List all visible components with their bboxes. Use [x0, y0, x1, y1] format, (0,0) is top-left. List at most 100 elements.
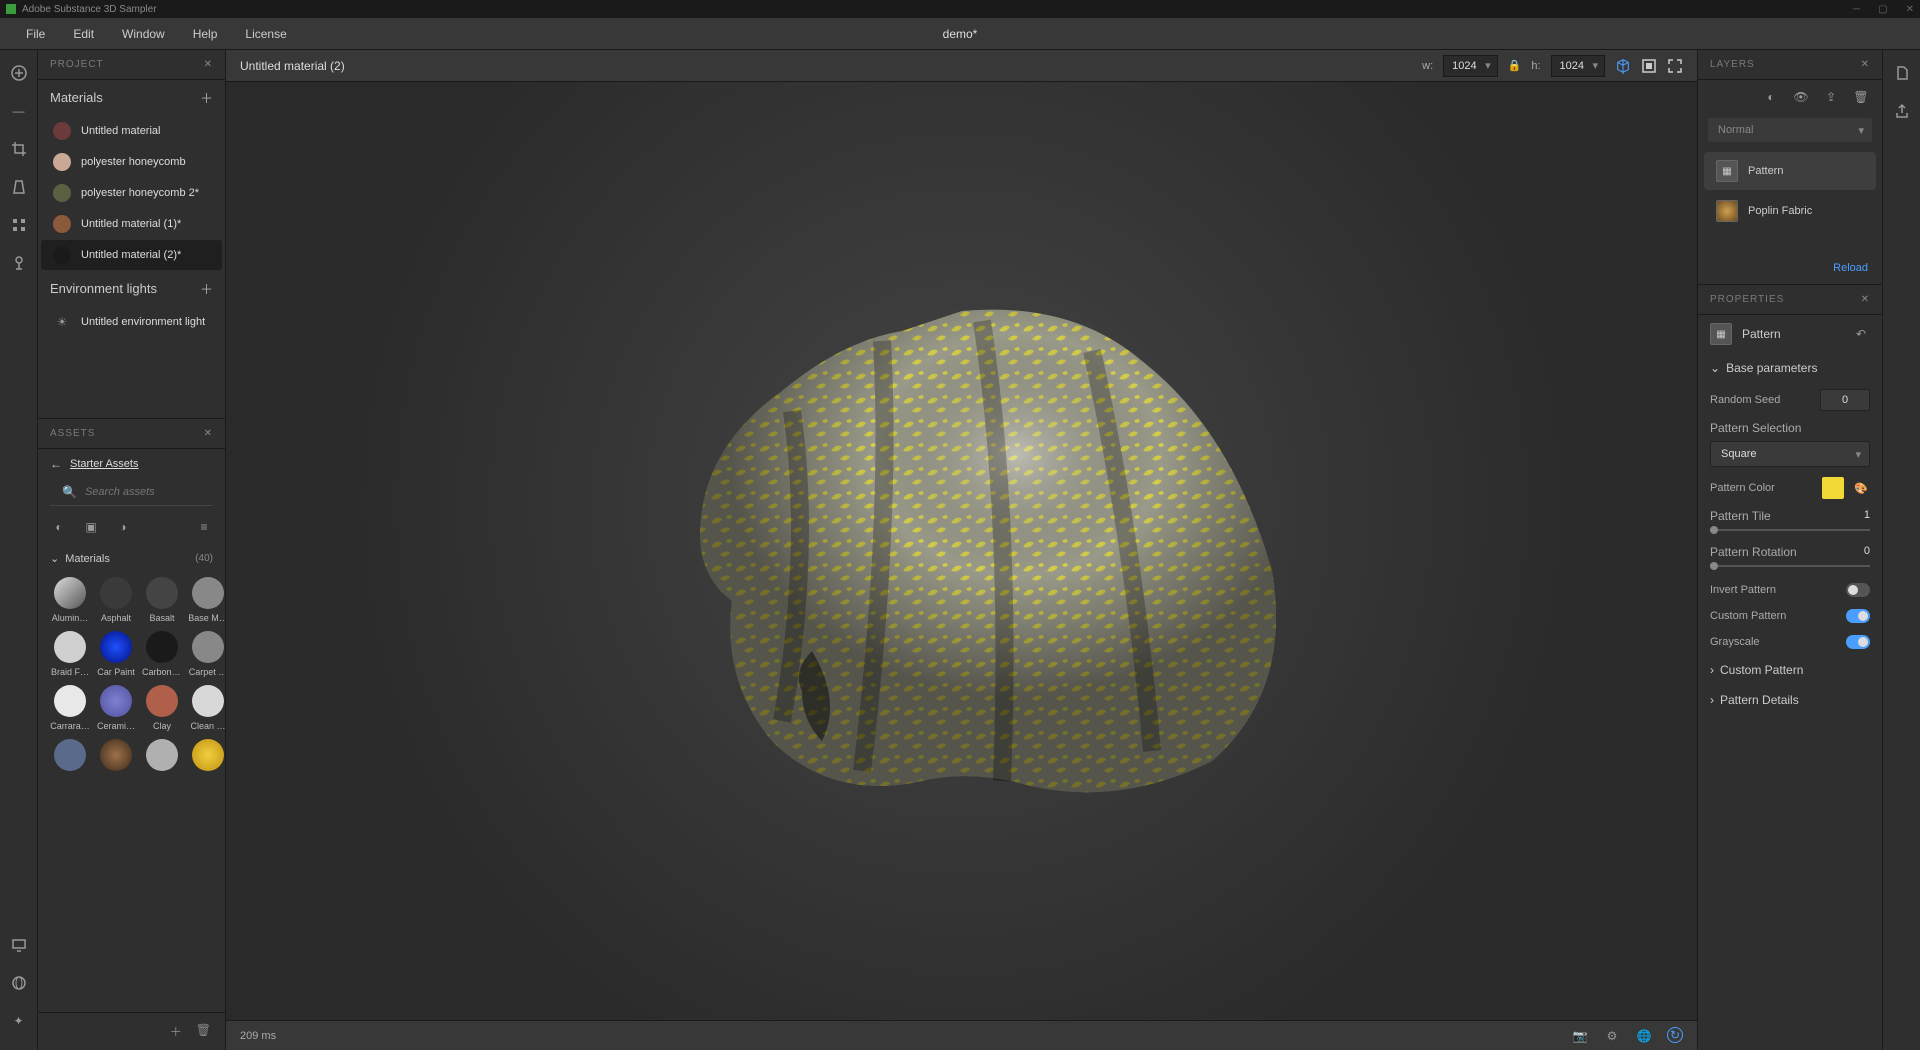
asset-item[interactable]: [50, 739, 90, 775]
asset-item[interactable]: Basalt: [142, 577, 182, 623]
menu-file[interactable]: File: [12, 27, 59, 41]
layers-close-icon[interactable]: ✕: [1861, 59, 1870, 70]
asset-item[interactable]: Carpet …: [188, 631, 225, 677]
document-icon[interactable]: [1893, 64, 1911, 82]
project-close-icon[interactable]: ✕: [204, 59, 213, 70]
asset-item[interactable]: Carbon …: [142, 631, 182, 677]
list-view-icon[interactable]: ≡: [195, 518, 213, 536]
menu-license[interactable]: License: [231, 27, 300, 41]
globe-icon[interactable]: [10, 974, 28, 992]
menu-window[interactable]: Window: [108, 27, 179, 41]
filter-image-icon[interactable]: ▣: [82, 518, 100, 536]
expand-icon[interactable]: [1667, 58, 1683, 74]
refresh-icon[interactable]: ↻: [1667, 1027, 1683, 1043]
add-material-icon[interactable]: ＋: [200, 88, 213, 107]
assets-category[interactable]: ⌄ Materials (40): [38, 546, 225, 571]
asset-item[interactable]: Alumin…: [50, 577, 90, 623]
sparkle-icon[interactable]: ✦: [10, 1012, 28, 1030]
cube-view-icon[interactable]: [1615, 58, 1631, 74]
maximize-button[interactable]: ▢: [1878, 4, 1887, 15]
random-seed-input[interactable]: [1820, 389, 1870, 411]
layer-label: Poplin Fabric: [1748, 205, 1812, 217]
grayscale-toggle[interactable]: [1846, 635, 1870, 649]
filter-sphere-icon[interactable]: ◐: [50, 518, 68, 536]
assets-search-input[interactable]: [85, 486, 225, 498]
settings-icon[interactable]: ⚙: [1603, 1027, 1621, 1045]
env-item[interactable]: ☀Untitled environment light: [41, 307, 222, 337]
mask-icon[interactable]: ◐: [1762, 88, 1780, 106]
color-picker-icon[interactable]: 🎨: [1852, 479, 1870, 497]
pattern-details-section[interactable]: › Pattern Details: [1698, 685, 1882, 715]
pattern-rotation-slider[interactable]: [1710, 565, 1870, 567]
asset-item[interactable]: Cerami…: [96, 685, 136, 731]
layer-item[interactable]: ▦Pattern: [1704, 152, 1876, 190]
perspective-tool-icon[interactable]: [10, 178, 28, 196]
menu-edit[interactable]: Edit: [59, 27, 108, 41]
monitor-icon[interactable]: [10, 936, 28, 954]
material-item[interactable]: polyester honeycomb: [41, 147, 222, 177]
left-toolbar: — ✦: [0, 50, 38, 1050]
world-icon[interactable]: 🌐: [1635, 1027, 1653, 1045]
invert-toggle[interactable]: [1846, 583, 1870, 597]
asset-item[interactable]: Car Paint: [96, 631, 136, 677]
camera-icon[interactable]: 📷: [1571, 1027, 1589, 1045]
material-swatch: [53, 184, 71, 202]
asset-item[interactable]: [188, 739, 225, 775]
breadcrumb-link[interactable]: Starter Assets: [70, 458, 138, 470]
viewport-3d[interactable]: [226, 82, 1697, 1020]
lock-icon[interactable]: 🔒: [1508, 59, 1522, 72]
minimize-button[interactable]: ─: [1853, 4, 1860, 15]
height-select[interactable]: 1024: [1551, 55, 1605, 77]
delete-asset-icon[interactable]: 🗑: [196, 1023, 211, 1040]
pattern-tile-slider[interactable]: [1710, 529, 1870, 531]
grid-tool-icon[interactable]: [10, 216, 28, 234]
filter-contrast-icon[interactable]: ◑: [114, 518, 132, 536]
add-tool-icon[interactable]: [10, 64, 28, 82]
asset-item[interactable]: Clay: [142, 685, 182, 731]
material-item[interactable]: Untitled material (1)*: [41, 209, 222, 239]
crop-tool-icon[interactable]: [10, 140, 28, 158]
layer-item[interactable]: Poplin Fabric: [1704, 192, 1876, 230]
width-select[interactable]: 1024: [1443, 55, 1497, 77]
pattern-color-swatch[interactable]: [1822, 477, 1844, 499]
asset-item[interactable]: [142, 739, 182, 775]
trash-icon[interactable]: 🗑: [1852, 88, 1870, 106]
properties-close-icon[interactable]: ✕: [1861, 294, 1870, 305]
custom-pattern-label: Custom Pattern: [1710, 610, 1838, 622]
material-label: polyester honeycomb 2*: [81, 187, 199, 199]
custom-pattern-section[interactable]: › Custom Pattern: [1698, 655, 1882, 685]
reset-icon[interactable]: ↶: [1852, 325, 1870, 343]
pin-tool-icon[interactable]: [10, 254, 28, 272]
asset-item[interactable]: Asphalt: [96, 577, 136, 623]
asset-item[interactable]: Clean …: [188, 685, 225, 731]
add-env-icon[interactable]: ＋: [200, 279, 213, 298]
material-item[interactable]: polyester honeycomb 2*: [41, 178, 222, 208]
share-icon[interactable]: [1893, 102, 1911, 120]
pattern-selection-select[interactable]: Square: [1710, 441, 1870, 467]
asset-item[interactable]: Braid F…: [50, 631, 90, 677]
asset-item[interactable]: Base M…: [188, 577, 225, 623]
square-view-icon[interactable]: [1641, 58, 1657, 74]
eye-icon[interactable]: 👁: [1792, 88, 1810, 106]
blend-mode-select[interactable]: Normal: [1708, 118, 1872, 142]
close-button[interactable]: ✕: [1906, 4, 1914, 15]
chevron-right-icon: ›: [1710, 693, 1714, 707]
base-params-section[interactable]: ⌄ Base parameters: [1698, 353, 1882, 383]
material-swatch: [53, 122, 71, 140]
asset-label: Basalt: [142, 613, 182, 623]
material-item[interactable]: Untitled material (2)*: [41, 240, 222, 270]
menu-help[interactable]: Help: [179, 27, 232, 41]
chevron-down-icon: ⌄: [50, 552, 59, 565]
render-time: 209 ms: [240, 1030, 276, 1042]
add-asset-icon[interactable]: ＋: [170, 1023, 182, 1040]
asset-item[interactable]: Carrara…: [50, 685, 90, 731]
back-arrow-icon[interactable]: ←: [50, 457, 62, 471]
export-icon[interactable]: ⇪: [1822, 88, 1840, 106]
reload-link[interactable]: Reload: [1698, 232, 1882, 284]
asset-item[interactable]: [96, 739, 136, 775]
material-label: Untitled material (1)*: [81, 218, 181, 230]
custom-pattern-toggle[interactable]: [1846, 609, 1870, 623]
material-item[interactable]: Untitled material: [41, 116, 222, 146]
assets-close-icon[interactable]: ✕: [204, 428, 213, 439]
prop-layer-row: ▦ Pattern ↶: [1698, 315, 1882, 353]
